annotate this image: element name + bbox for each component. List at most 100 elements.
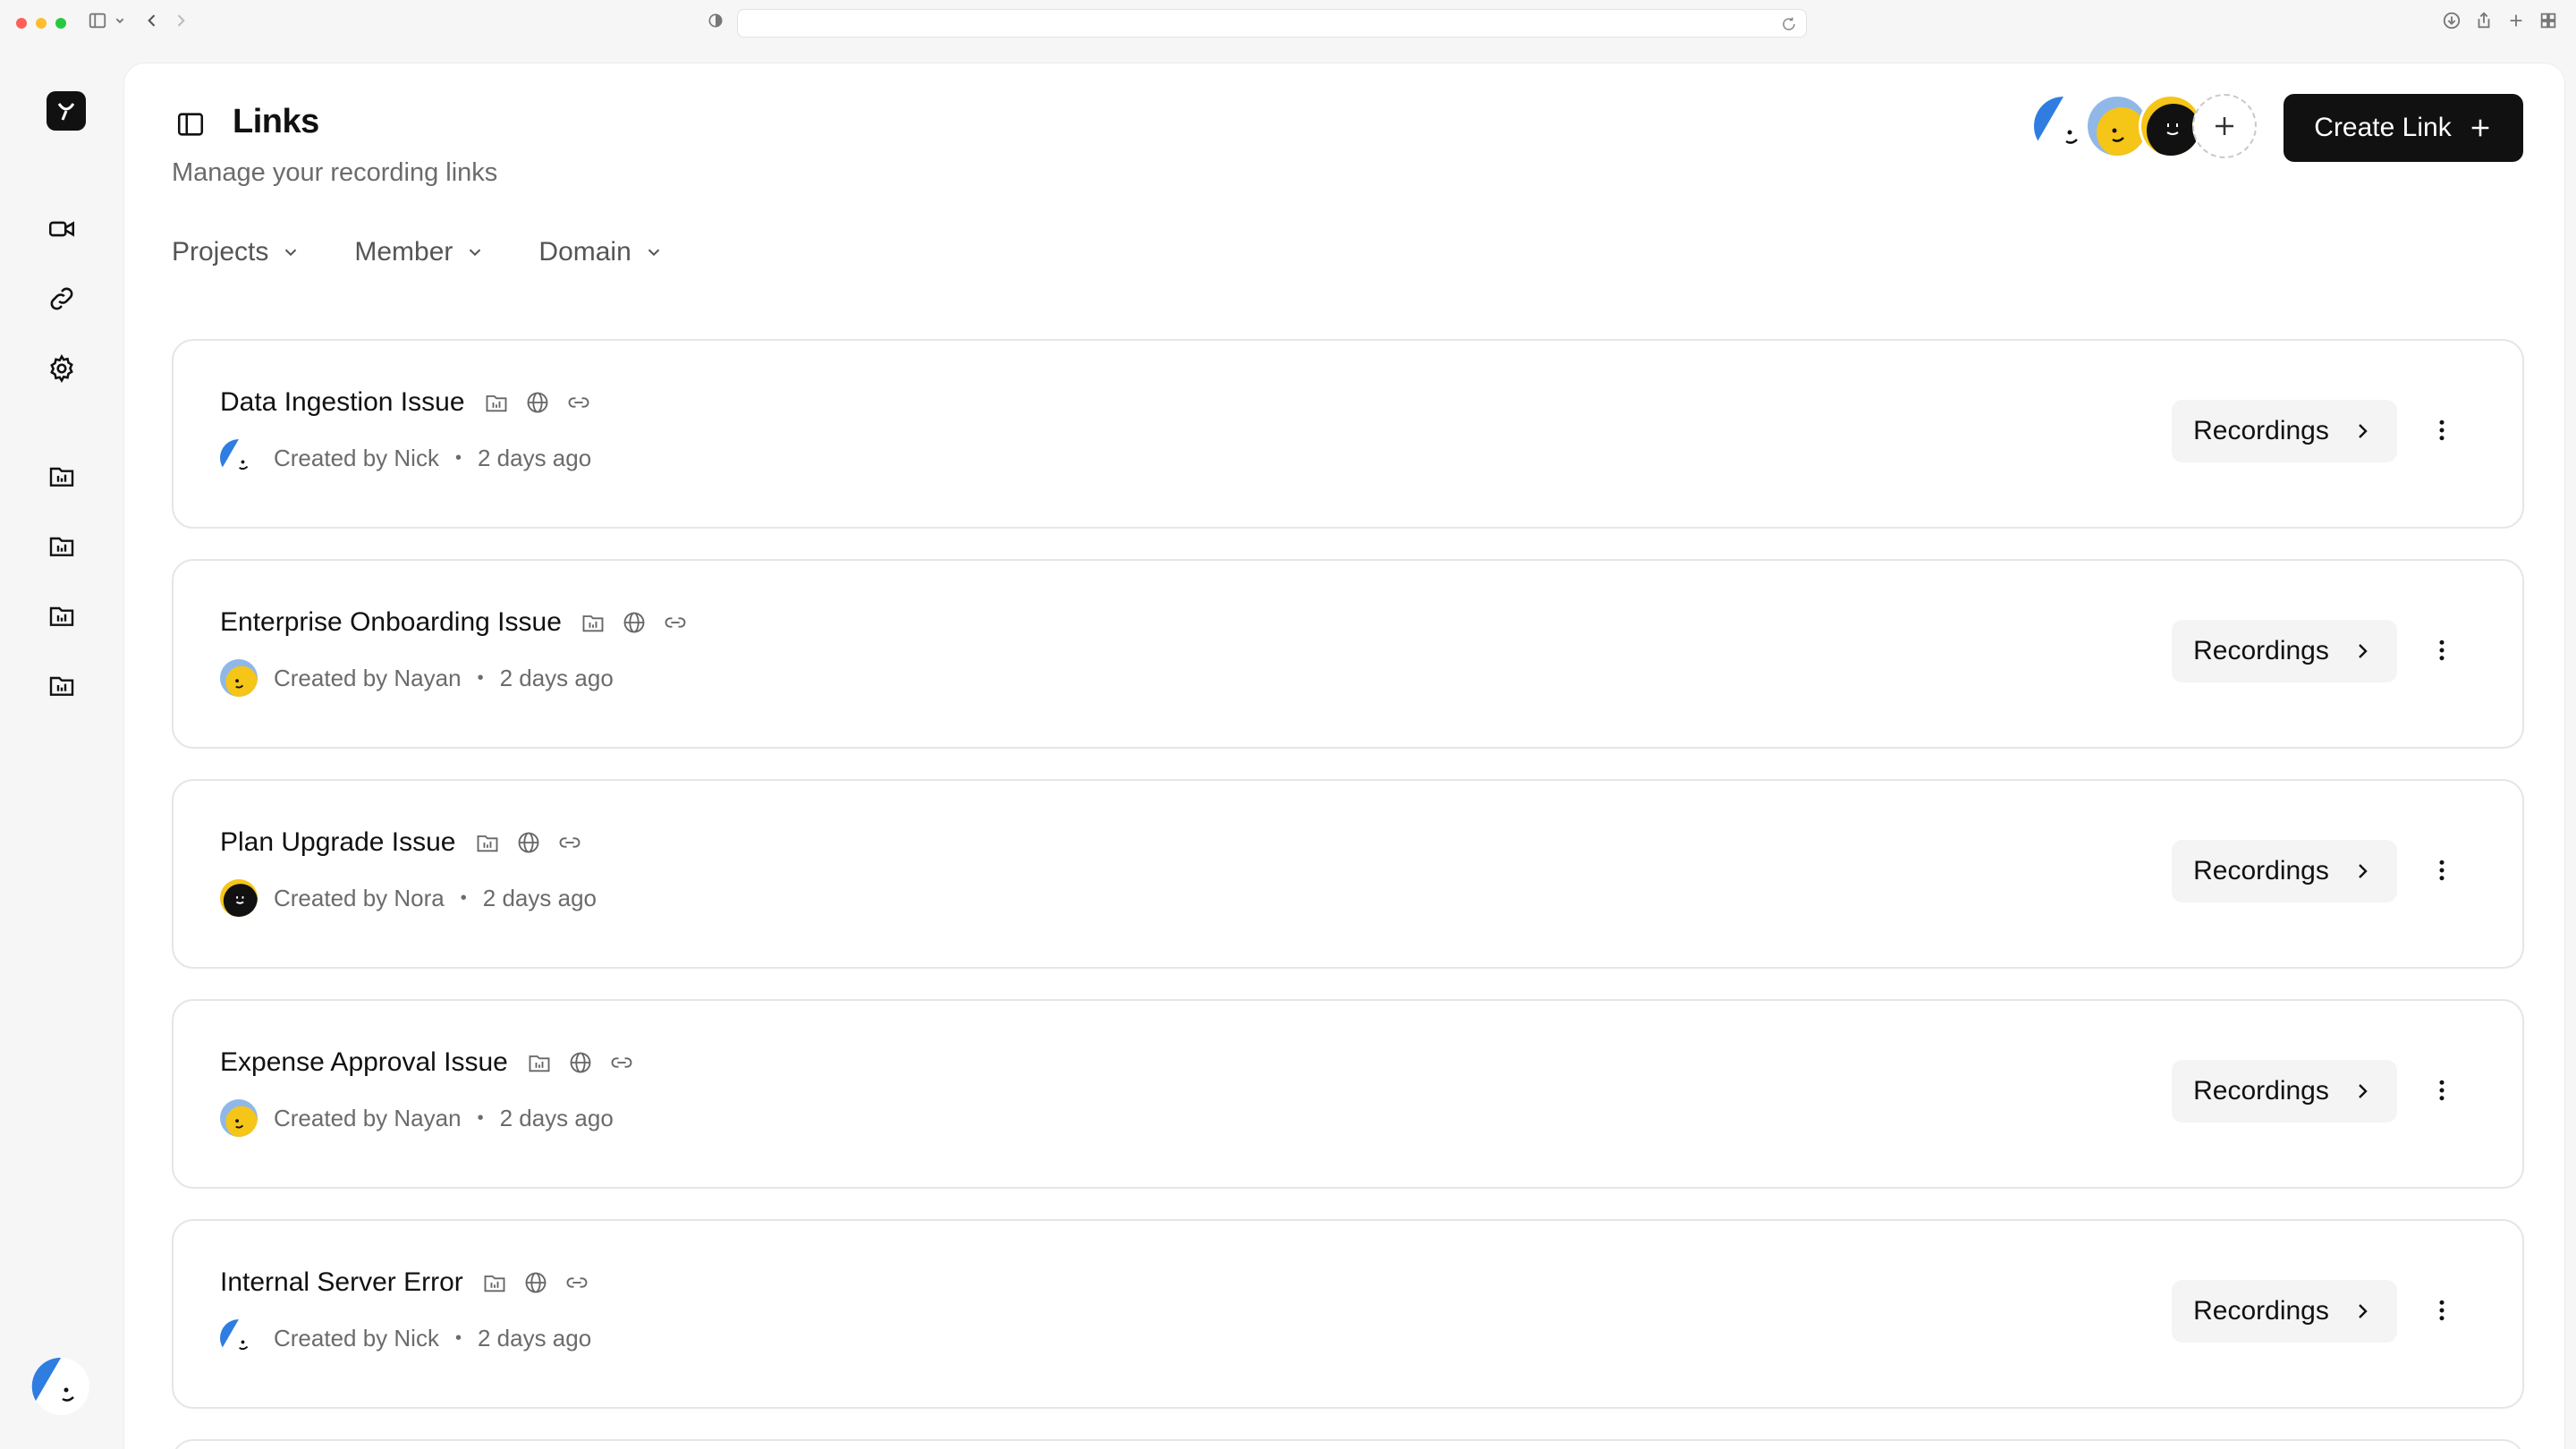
more-options-button[interactable] [2420,1291,2463,1334]
globe-icon[interactable] [524,389,551,416]
separator-dot: • [460,887,467,908]
separator-dot: • [454,447,462,468]
address-bar[interactable] [737,9,1807,38]
link-title[interactable]: Data Ingestion Issue [220,387,465,418]
link-card-partial [172,1439,2524,1449]
filter-member[interactable]: Member [354,237,485,267]
link-icon[interactable] [565,389,592,416]
link-card[interactable]: Plan Upgrade Issue Created by Nora • 2 d… [172,779,2524,969]
folder-chart-icon [49,467,74,487]
link-card[interactable]: Data Ingestion Issue Created by Nick • 2… [172,339,2524,529]
link-title-row: Data Ingestion Issue [220,387,592,418]
creator-avatar [220,879,258,917]
folder-chart-icon [49,606,74,626]
link-card[interactable]: Enterprise Onboarding Issue Created by N… [172,559,2524,749]
globe-icon[interactable] [621,609,648,636]
rail-settings-button[interactable] [42,349,81,388]
user-avatar[interactable] [30,1356,91,1417]
more-options-button[interactable] [2420,1071,2463,1114]
folder-chart-icon[interactable] [483,389,510,416]
more-options-button[interactable] [2420,631,2463,674]
rail-project-button-3[interactable] [42,596,81,635]
folder-chart-icon [49,676,74,696]
recordings-label: Recordings [2193,1076,2329,1106]
link-title[interactable]: Enterprise Onboarding Issue [220,607,562,638]
folder-chart-icon[interactable] [526,1049,553,1076]
chevron-down-icon [285,249,297,257]
folder-chart-icon[interactable] [481,1269,508,1296]
created-by: Created by Nayan [274,1104,462,1131]
created-by: Created by Nick [274,444,439,471]
logo-icon [57,103,75,121]
link-card[interactable]: Expense Approval Issue Created by Nayan … [172,999,2524,1189]
more-vertical-icon [2428,1297,2455,1328]
minimize-window-button[interactable] [36,18,47,29]
panel-left-icon [177,113,204,136]
recordings-button[interactable]: Recordings [2172,1060,2397,1123]
link-meta: Created by Nayan • 2 days ago [220,1099,614,1137]
rail-project-button-4[interactable] [42,665,81,705]
more-vertical-icon [2428,1077,2455,1108]
recordings-label: Recordings [2193,1296,2329,1326]
link-title[interactable]: Plan Upgrade Issue [220,827,456,858]
recordings-button[interactable]: Recordings [2172,400,2397,462]
tab-overview-icon[interactable] [2538,11,2558,38]
folder-chart-icon[interactable] [580,609,606,636]
globe-icon[interactable] [567,1049,594,1076]
sidebar-toggle-icon[interactable] [88,11,107,38]
link-icon [50,287,73,310]
separator-dot: • [477,667,484,688]
left-rail [0,47,123,1449]
rail-project-button-1[interactable] [42,456,81,496]
filter-projects[interactable]: Projects [172,237,301,267]
new-tab-icon[interactable] [2506,11,2526,38]
filter-label: Member [354,237,453,267]
back-icon[interactable] [143,11,161,38]
link-meta: Created by Nayan • 2 days ago [220,659,614,697]
folder-chart-icon[interactable] [474,829,501,856]
app-logo[interactable] [47,91,86,131]
chevron-down-icon[interactable] [114,11,125,38]
link-title[interactable]: Internal Server Error [220,1267,463,1298]
separator-dot: • [454,1327,462,1348]
share-icon[interactable] [2474,11,2494,38]
downloads-icon[interactable] [2442,11,2462,38]
chevron-down-icon [648,249,659,257]
created-time: 2 days ago [482,884,597,911]
link-card[interactable]: Internal Server Error Created by Nick • … [172,1219,2524,1409]
recordings-button[interactable]: Recordings [2172,620,2397,682]
link-icon[interactable] [608,1049,635,1076]
add-member-button[interactable] [2192,94,2257,158]
more-vertical-icon [2428,637,2455,668]
zoom-window-button[interactable] [55,18,66,29]
sidebar-toggle-button[interactable] [173,106,208,142]
created-by: Created by Nick [274,1324,439,1352]
globe-icon[interactable] [522,1269,549,1296]
rail-project-button-2[interactable] [42,526,81,565]
rail-recordings-button[interactable] [42,209,81,249]
avatar-blue-icon [31,1357,89,1415]
chevron-right-icon [2349,1298,2376,1325]
forward-icon[interactable] [172,11,190,38]
recordings-button[interactable]: Recordings [2172,1280,2397,1343]
close-window-button[interactable] [16,18,27,29]
link-icon[interactable] [556,829,583,856]
link-title[interactable]: Expense Approval Issue [220,1047,508,1078]
filter-domain[interactable]: Domain [538,237,663,267]
reload-icon[interactable] [1781,16,1797,32]
link-icon[interactable] [564,1269,590,1296]
more-options-button[interactable] [2420,411,2463,453]
recordings-label: Recordings [2193,416,2329,445]
chevron-right-icon [2349,418,2376,445]
create-link-button[interactable]: Create Link [2284,94,2523,162]
filter-label: Domain [538,237,631,267]
globe-icon[interactable] [515,829,542,856]
rail-links-button[interactable] [42,279,81,318]
privacy-shield-icon[interactable] [707,11,724,38]
created-time: 2 days ago [499,1104,614,1131]
more-options-button[interactable] [2420,851,2463,894]
created-time: 2 days ago [477,444,592,471]
link-icon[interactable] [662,609,689,636]
recordings-button[interactable]: Recordings [2172,840,2397,902]
chevron-right-icon [2349,1078,2376,1105]
